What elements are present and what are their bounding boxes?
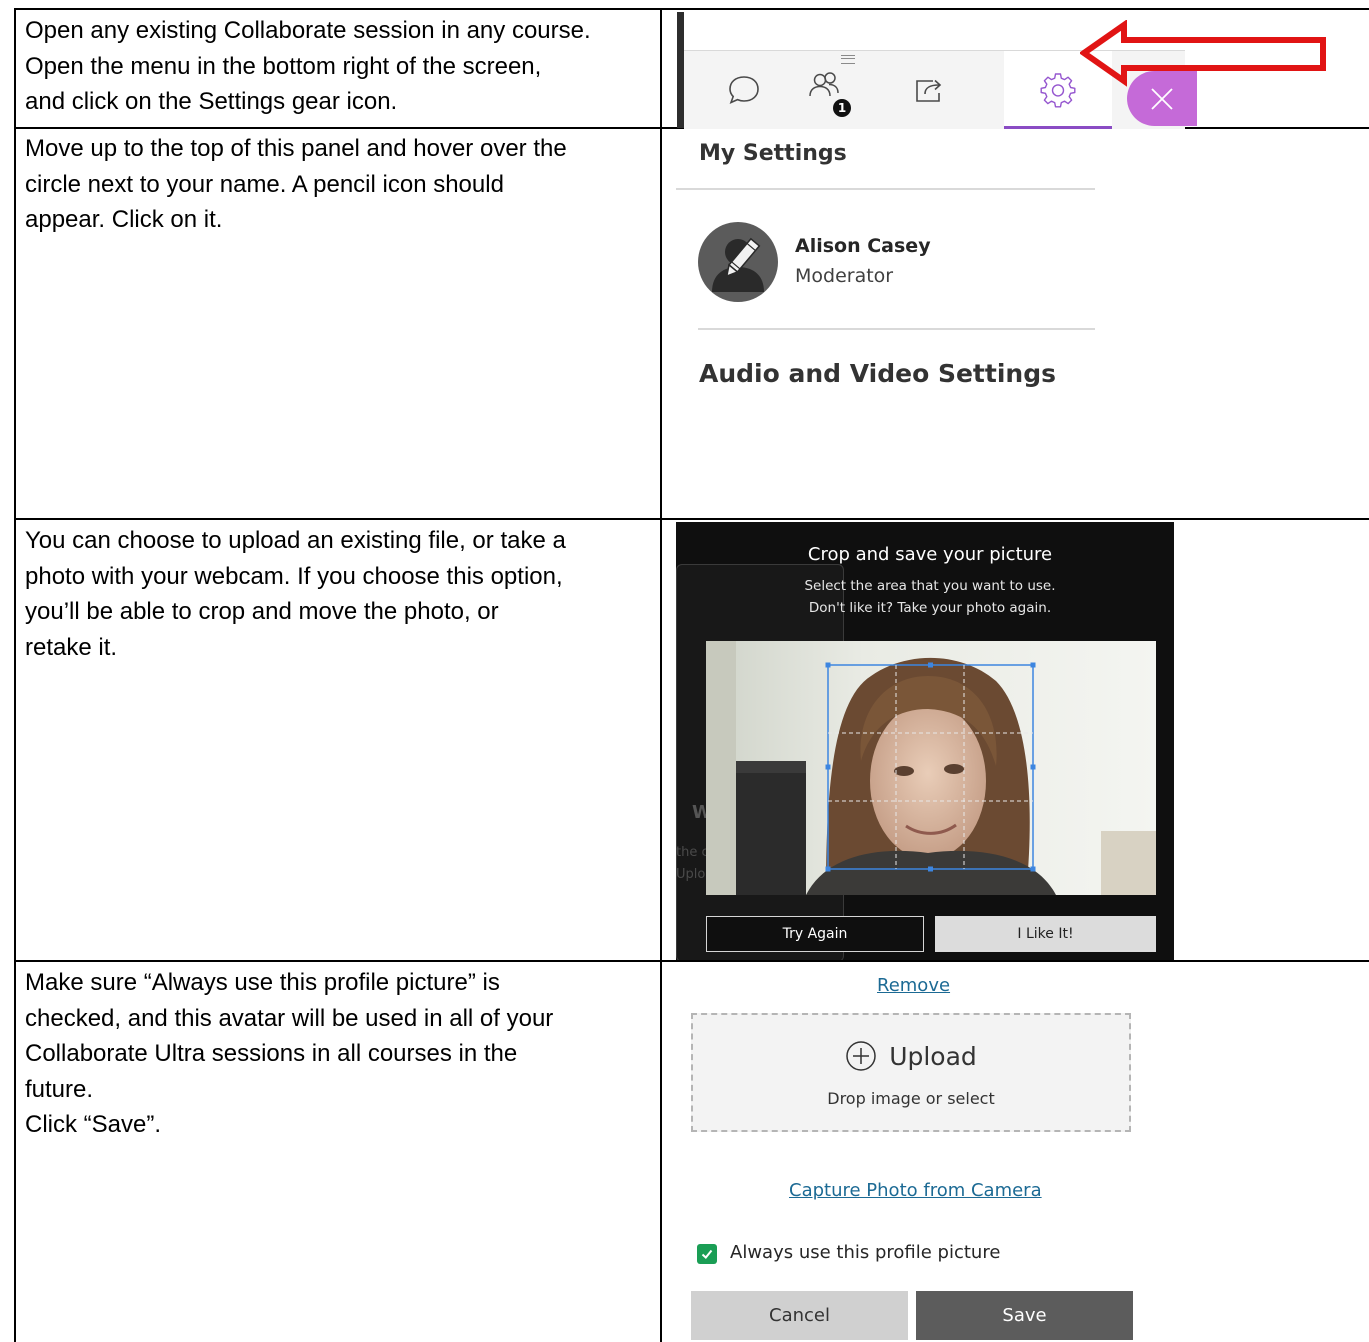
checkmark-icon: [701, 1249, 713, 1259]
always-use-checkbox[interactable]: [697, 1244, 717, 1264]
instruction-line: photo with your webcam. If you choose th…: [25, 562, 563, 590]
save-button[interactable]: Save: [916, 1291, 1133, 1340]
divider: [698, 328, 1095, 330]
drag-handle-icon[interactable]: [841, 55, 855, 64]
image-dropzone[interactable]: Upload Drop image or select: [691, 1013, 1131, 1132]
capture-photo-link[interactable]: Capture Photo from Camera: [789, 1180, 1042, 1201]
table-border-top: [14, 8, 1369, 10]
instruction-line: checked, and this avatar will be used in…: [25, 1004, 554, 1032]
user-role: Moderator: [795, 265, 894, 287]
i-like-it-button[interactable]: I Like It!: [935, 916, 1156, 952]
background-text: the c: [676, 845, 709, 860]
attendees-button[interactable]: 1: [799, 65, 855, 117]
instruction-line: retake it.: [25, 633, 118, 661]
instruction-line: Move up to the top of this panel and hov…: [25, 135, 567, 162]
instruction-table: Open any existing Collaborate session in…: [0, 0, 1369, 1342]
instruction-line: future.: [25, 1075, 94, 1103]
remove-link[interactable]: Remove: [877, 975, 950, 996]
table-row-divider: [14, 518, 1369, 520]
try-again-button[interactable]: Try Again: [706, 916, 924, 952]
upload-action[interactable]: Upload: [693, 1040, 1129, 1072]
drop-hint: Drop image or select: [827, 1089, 995, 1108]
instruction-line: Click “Save”.: [25, 1111, 162, 1138]
instruction-step-2: Move up to the top of this panel and hov…: [25, 131, 649, 238]
instruction-line: you’ll be able to crop and move the phot…: [25, 598, 499, 625]
instruction-line: Open any existing Collaborate session in…: [25, 17, 591, 44]
chat-button[interactable]: [716, 65, 772, 115]
chat-icon: [729, 76, 759, 105]
instruction-line: appear. Click on it.: [25, 206, 223, 233]
background-text: Uplo: [676, 867, 706, 882]
divider: [676, 188, 1095, 190]
instruction-line: Open the menu in the bottom right of the…: [25, 52, 542, 80]
crop-selection-box[interactable]: [706, 641, 1156, 895]
gear-icon: [1040, 73, 1076, 108]
instruction-line: Collaborate Ultra sessions in all course…: [25, 1040, 518, 1067]
instruction-line: circle next to your name. A pencil icon …: [25, 170, 504, 198]
attendee-count-badge: 1: [833, 99, 851, 117]
audio-video-settings-title[interactable]: Audio and Video Settings: [699, 359, 1056, 388]
crop-dialog-title: Crop and save your picture: [807, 544, 1053, 565]
my-settings-title: My Settings: [699, 141, 847, 166]
instruction-line: Make sure “Always use this profile pictu…: [25, 969, 500, 996]
plus-circle-icon: [846, 1041, 876, 1071]
webcam-photo: [706, 641, 1156, 895]
table-border-left: [14, 8, 16, 1342]
red-arrow-annotation: [1080, 20, 1326, 87]
share-content-icon: [916, 79, 942, 102]
always-use-label[interactable]: Always use this profile picture: [730, 1242, 1000, 1263]
table-column-divider: [660, 8, 662, 1342]
instruction-step-3: You can choose to upload an existing fil…: [25, 523, 649, 665]
share-content-button[interactable]: [900, 65, 956, 115]
instruction-step-4: Make sure “Always use this profile pictu…: [25, 965, 649, 1143]
instruction-step-1: Open any existing Collaborate session in…: [25, 13, 649, 120]
crop-dialog-subtitle: Select the area that you want to use.: [804, 578, 1056, 594]
edit-pencil-icon: [712, 237, 764, 292]
crop-dialog: W the c Uplo Crop and save your picture …: [676, 522, 1174, 960]
profile-avatar-button[interactable]: [698, 222, 778, 302]
session-edge: [677, 12, 684, 128]
crop-dialog-subtitle: Don't like it? Take your photo again.: [808, 600, 1052, 616]
table-row-divider: [14, 960, 1369, 962]
user-name: Alison Casey: [795, 235, 931, 257]
instruction-line: and click on the Settings gear icon.: [25, 88, 398, 115]
cancel-button[interactable]: Cancel: [691, 1291, 908, 1340]
upload-label: Upload: [889, 1041, 977, 1071]
instruction-line: You can choose to upload an existing fil…: [25, 527, 566, 554]
